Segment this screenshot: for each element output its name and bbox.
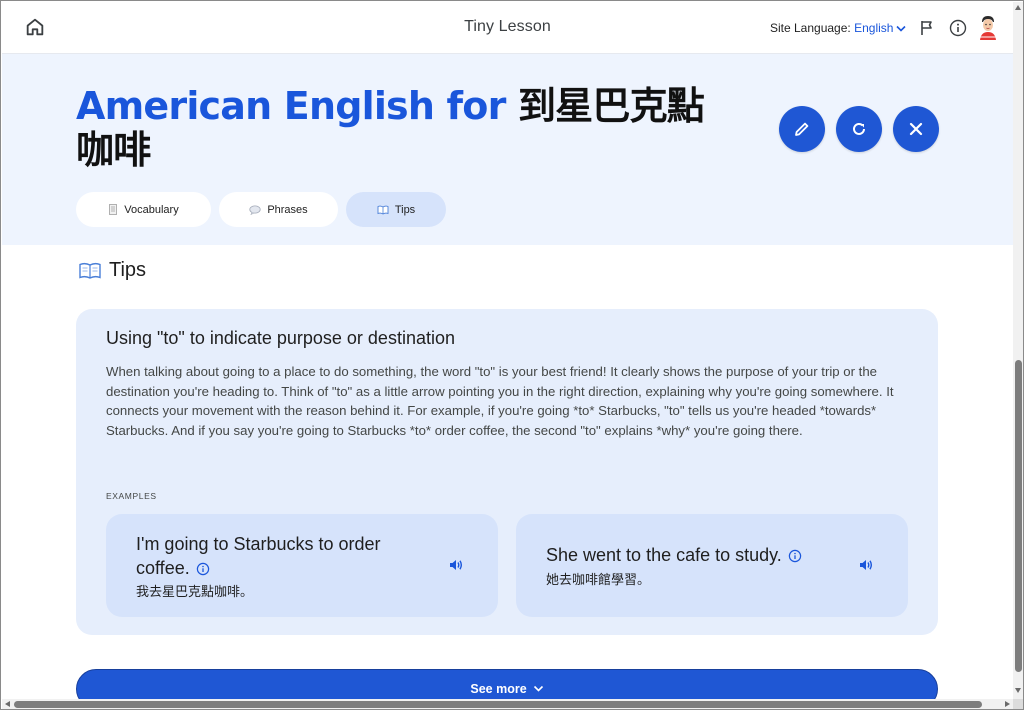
tips-heading-text: Tips bbox=[109, 259, 147, 281]
example-card: She went to the cafe to study. 她去咖啡館學習。 bbox=[516, 514, 908, 617]
scroll-down-arrow-icon[interactable] bbox=[1015, 688, 1021, 693]
pencil-icon bbox=[795, 122, 809, 136]
example-english-text: I'm going to Starbucks to order coffee. bbox=[136, 534, 381, 578]
lesson-hero: American English for 到星巴克點咖啡 Vocabulary … bbox=[2, 54, 1013, 245]
example-chinese: 她去咖啡館學習。 bbox=[546, 572, 651, 587]
flag-icon[interactable] bbox=[917, 18, 937, 38]
close-icon bbox=[909, 122, 923, 136]
lesson-title-english: American English for bbox=[76, 84, 518, 128]
browser-frame: Tiny Lesson Site Language: English Ameri… bbox=[0, 0, 1024, 710]
close-button[interactable] bbox=[893, 106, 939, 152]
tab-phrases[interactable]: Phrases bbox=[219, 192, 338, 227]
tab-phrases-label: Phrases bbox=[267, 203, 308, 216]
tab-vocabulary[interactable]: Vocabulary bbox=[76, 192, 211, 227]
vertical-scroll-thumb[interactable] bbox=[1015, 360, 1022, 672]
scroll-left-arrow-icon[interactable] bbox=[5, 701, 10, 707]
info-icon[interactable] bbox=[948, 18, 968, 38]
user-avatar[interactable] bbox=[976, 14, 1000, 40]
chevron-down-icon bbox=[896, 26, 907, 32]
tip-card-title: Using "to" to indicate purpose or destin… bbox=[106, 328, 455, 348]
examples-label: EXAMPLES bbox=[106, 491, 157, 501]
tips-section-heading: Tips bbox=[79, 259, 146, 282]
open-book-icon bbox=[377, 205, 389, 215]
see-more-label: See more bbox=[470, 682, 527, 696]
info-icon[interactable] bbox=[196, 562, 210, 576]
speaker-icon[interactable] bbox=[857, 556, 875, 574]
lesson-title: American English for 到星巴克點咖啡 bbox=[76, 84, 716, 172]
horizontal-scrollbar[interactable] bbox=[2, 699, 1013, 709]
tip-card: Using "to" to indicate purpose or destin… bbox=[76, 309, 938, 635]
tab-tips-label: Tips bbox=[394, 203, 416, 216]
site-language-label: Site Language: bbox=[770, 21, 851, 35]
edit-button[interactable] bbox=[779, 106, 825, 152]
tab-tips[interactable]: Tips bbox=[346, 192, 446, 227]
tip-card-body: When talking about going to a place to d… bbox=[106, 364, 894, 439]
scrollbar-corner bbox=[1013, 699, 1023, 709]
example-english: I'm going to Starbucks to order coffee. bbox=[136, 532, 436, 580]
scroll-up-arrow-icon[interactable] bbox=[1015, 5, 1021, 10]
speaker-icon[interactable] bbox=[447, 556, 465, 574]
chevron-down-icon bbox=[533, 685, 543, 692]
site-language-selector: Site Language: English bbox=[770, 21, 907, 35]
refresh-icon bbox=[853, 122, 865, 135]
refresh-button[interactable] bbox=[836, 106, 882, 152]
horizontal-scroll-thumb[interactable] bbox=[14, 701, 982, 708]
example-english: She went to the cafe to study. bbox=[546, 543, 846, 567]
open-book-icon bbox=[79, 262, 101, 279]
info-icon[interactable] bbox=[788, 549, 802, 563]
top-navigation-bar: Tiny Lesson Site Language: English bbox=[2, 2, 1013, 54]
notepad-icon bbox=[109, 204, 118, 215]
example-english-text: She went to the cafe to study. bbox=[546, 545, 782, 565]
example-chinese: 我去星巴克點咖啡。 bbox=[136, 584, 254, 599]
tab-vocabulary-label: Vocabulary bbox=[124, 203, 179, 216]
speech-bubble-icon bbox=[249, 205, 261, 215]
site-language-dropdown[interactable]: English bbox=[854, 21, 907, 35]
scroll-right-arrow-icon[interactable] bbox=[1005, 701, 1010, 707]
site-language-value: English bbox=[854, 21, 894, 35]
vertical-scrollbar[interactable] bbox=[1013, 2, 1023, 699]
example-card: I'm going to Starbucks to order coffee. … bbox=[106, 514, 498, 617]
